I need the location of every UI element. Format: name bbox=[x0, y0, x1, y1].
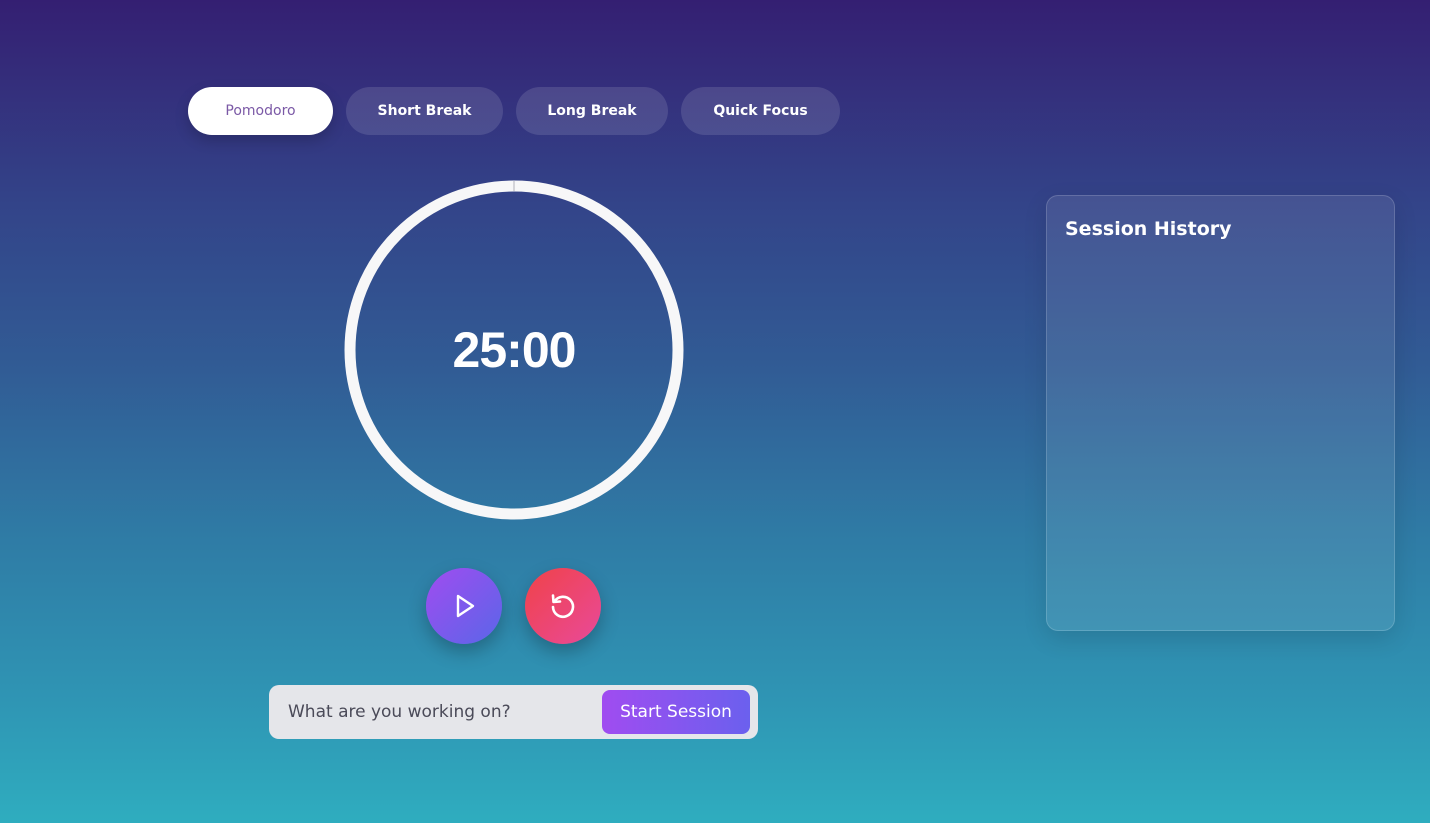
task-bar: Start Session bbox=[269, 685, 758, 739]
session-history-title: Session History bbox=[1065, 218, 1232, 240]
tab-quick-focus[interactable]: Quick Focus bbox=[681, 87, 840, 135]
tab-long-break[interactable]: Long Break bbox=[516, 87, 668, 135]
mode-tabs: Pomodoro Short Break Long Break Quick Fo… bbox=[188, 87, 840, 135]
play-icon bbox=[456, 594, 475, 618]
timer-display: 25:00 bbox=[452, 322, 577, 378]
start-session-button[interactable]: Start Session bbox=[602, 690, 750, 734]
task-input[interactable] bbox=[269, 685, 602, 739]
session-history-panel: Session History bbox=[1046, 195, 1395, 631]
play-button[interactable] bbox=[426, 568, 502, 644]
reset-button[interactable] bbox=[525, 568, 601, 644]
reset-icon bbox=[551, 594, 575, 619]
tab-short-break[interactable]: Short Break bbox=[346, 87, 503, 135]
tab-pomodoro[interactable]: Pomodoro bbox=[188, 87, 333, 135]
timer-ring: 25:00 bbox=[344, 180, 684, 520]
